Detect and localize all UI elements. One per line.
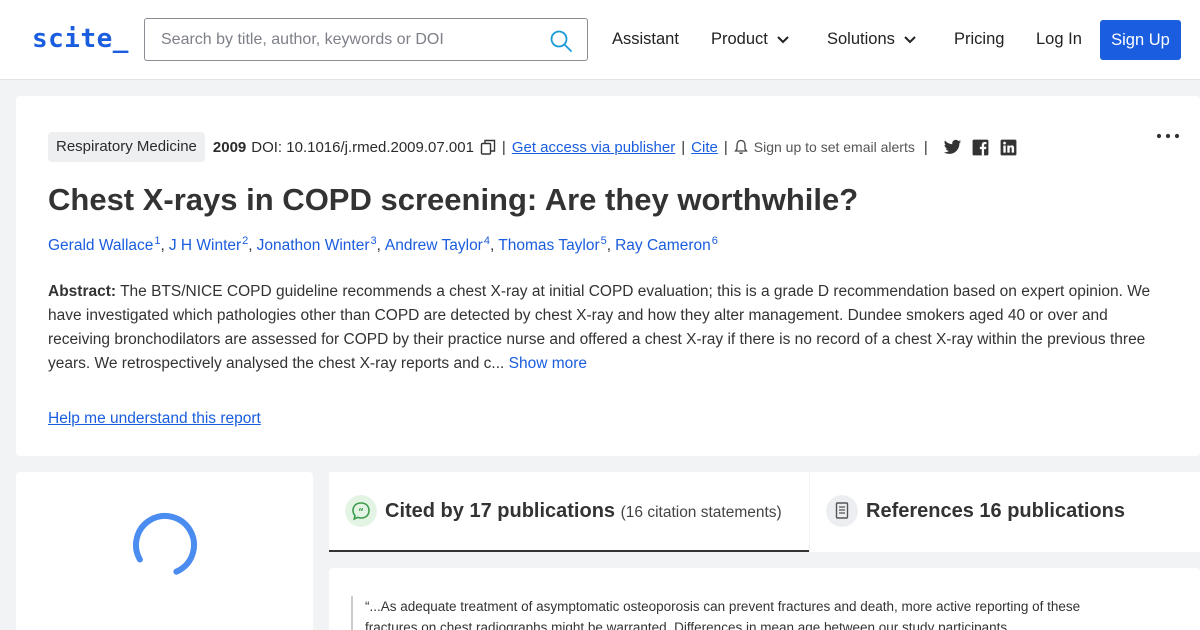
author-name: Gerald Wallace (48, 237, 154, 255)
facebook-icon[interactable] (971, 138, 990, 157)
citation-statement-card: “...As adequate treatment of asymptomati… (329, 568, 1200, 630)
email-alerts-link[interactable]: Sign up to set email alerts (754, 139, 915, 155)
help-understand-link[interactable]: Help me understand this report (48, 410, 261, 428)
twitter-icon[interactable] (943, 138, 962, 157)
search-box[interactable] (144, 18, 588, 61)
author-link[interactable]: Jonathon Winter3 (256, 235, 377, 255)
citation-statements-count: (16 citation statements) (620, 504, 782, 521)
nav-product-label: Product (711, 30, 768, 48)
get-access-link[interactable]: Get access via publisher (512, 139, 675, 156)
nav-product[interactable]: Product (711, 30, 790, 49)
document-icon (826, 495, 858, 527)
author-link[interactable]: Ray Cameron6 (615, 235, 718, 255)
separator: , (606, 237, 612, 255)
paper-meta-row: Respiratory Medicine 2009 DOI: 10.1016/j… (48, 132, 1018, 162)
author-name: Jonathon Winter (256, 237, 370, 255)
author-link[interactable]: Gerald Wallace1 (48, 235, 161, 255)
chevron-down-icon (904, 35, 916, 44)
top-navigation-bar: scite_ Assistant Product Solutions Prici… (0, 0, 1200, 80)
show-more-link[interactable]: Show more (509, 355, 587, 372)
paper-title: Chest X-rays in COPD screening: Are they… (48, 182, 859, 217)
separator: | (723, 138, 728, 156)
author-name: Thomas Taylor (498, 237, 600, 255)
separator: , (160, 237, 165, 255)
cited-by-count: Cited by 17 publications (385, 500, 616, 522)
more-options-icon[interactable] (1154, 124, 1182, 148)
search-input[interactable] (161, 29, 541, 51)
separator: | (923, 138, 928, 156)
references-count: References 16 publications (866, 500, 1125, 522)
bell-icon[interactable] (733, 139, 748, 155)
tab-cited-by[interactable]: “ Cited by 17 publications (16 citation … (329, 472, 809, 552)
loading-spinner-icon (133, 512, 197, 577)
publication-year: 2009 (212, 138, 247, 156)
tab-references[interactable]: References 16 publications (810, 472, 1200, 552)
citation-quote-text: “...As adequate treatment of asymptomati… (351, 596, 1081, 630)
copy-icon[interactable] (480, 139, 496, 155)
author-affiliation: 1 (154, 235, 161, 247)
signup-button[interactable]: Sign Up (1100, 20, 1181, 60)
separator: , (489, 237, 495, 255)
author-affiliation: 3 (370, 235, 377, 247)
doi-text: DOI: 10.1016/j.rmed.2009.07.001 (251, 138, 474, 156)
nav-solutions[interactable]: Solutions (827, 30, 917, 49)
author-list: Gerald Wallace1, J H Winter2, Jonathon Win… (48, 235, 718, 255)
nav-solutions-label: Solutions (827, 30, 895, 48)
separator: , (248, 237, 253, 255)
chevron-down-icon (777, 35, 789, 44)
separator: , (376, 237, 381, 255)
citation-summary-panel (16, 472, 313, 630)
author-affiliation: 6 (711, 235, 718, 247)
login-link[interactable]: Log In (1036, 30, 1082, 49)
nav-pricing[interactable]: Pricing (954, 30, 1004, 49)
search-icon[interactable] (549, 29, 573, 53)
author-name: Andrew Taylor (384, 237, 483, 255)
abstract-text: The BTS/NICE COPD guideline recommends a… (48, 283, 1151, 372)
tab-cited-by-title: Cited by 17 publications (16 citation st… (385, 500, 782, 523)
citation-quote-icon: “ (345, 495, 377, 527)
author-name: Ray Cameron (615, 237, 711, 255)
cite-link[interactable]: Cite (691, 139, 718, 156)
separator: | (501, 138, 506, 156)
journal-badge[interactable]: Respiratory Medicine (48, 132, 205, 162)
author-link[interactable]: J H Winter2 (168, 235, 248, 255)
scite-logo[interactable]: scite_ (32, 24, 129, 54)
author-link[interactable]: Thomas Taylor5 (498, 235, 607, 255)
nav-assistant[interactable]: Assistant (612, 30, 679, 49)
linkedin-icon[interactable] (999, 138, 1018, 157)
svg-text:“: “ (358, 508, 364, 518)
separator: | (681, 138, 686, 156)
author-name: J H Winter (168, 237, 242, 255)
abstract-label: Abstract: (48, 283, 117, 300)
abstract: Abstract: The BTS/NICE COPD guideline re… (48, 280, 1172, 376)
author-link[interactable]: Andrew Taylor4 (384, 235, 490, 255)
author-affiliation: 5 (600, 235, 607, 247)
paper-card: Respiratory Medicine 2009 DOI: 10.1016/j… (16, 96, 1200, 456)
